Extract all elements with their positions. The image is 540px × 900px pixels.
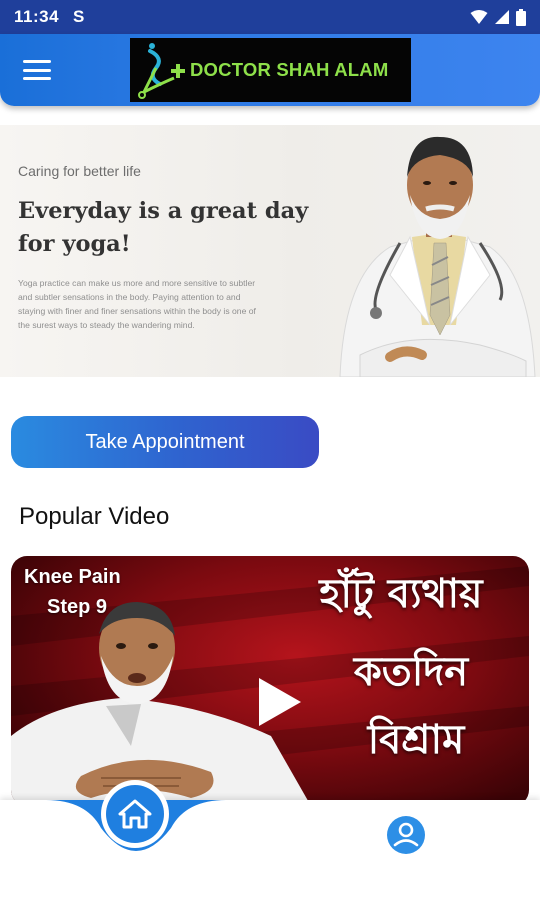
doctor-photo bbox=[339, 136, 536, 377]
signal-icon bbox=[495, 10, 509, 24]
wifi-icon bbox=[470, 10, 488, 24]
banner-description: Yoga practice can make us more and more … bbox=[18, 278, 256, 330]
profile-icon[interactable] bbox=[385, 814, 427, 856]
status-icons bbox=[470, 8, 526, 26]
hero-banner: Caring for better life Everyday is a gre… bbox=[0, 125, 540, 377]
banner-title: Everyday is a great day for yoga! bbox=[18, 198, 309, 257]
status-bar: 11:34 S bbox=[0, 0, 540, 34]
app-logo: DOCTOR SHAH ALAM bbox=[130, 38, 411, 102]
app-bar: DOCTOR SHAH ALAM bbox=[0, 34, 540, 106]
app-screen: 11:34 S DOCTOR SHAH ALAM Caring for bett bbox=[0, 0, 540, 900]
status-time: 11:34 bbox=[14, 7, 60, 26]
popular-video-title: Popular Video bbox=[19, 503, 170, 530]
caduceus-logo-icon bbox=[138, 43, 185, 99]
play-icon[interactable] bbox=[255, 676, 305, 728]
take-appointment-button[interactable]: Take Appointment bbox=[11, 416, 319, 468]
battery-icon bbox=[516, 8, 526, 26]
video-bengali-line2: কতদিন bbox=[353, 649, 469, 695]
hamburger-menu-icon[interactable] bbox=[20, 56, 54, 84]
video-label-line1: Knee Pain bbox=[24, 566, 121, 588]
banner-tagline: Caring for better life bbox=[18, 163, 141, 179]
video-bengali-line3: বিশ্রাম bbox=[367, 717, 465, 763]
home-button-circle bbox=[106, 785, 164, 843]
logo-text: DOCTOR SHAH ALAM bbox=[190, 59, 389, 80]
video-label-line2: Step 9 bbox=[47, 596, 108, 618]
home-icon bbox=[118, 799, 152, 829]
popular-video-thumbnail[interactable]: Knee Pain Step 9 হাঁটু ব্যথায় কতদিন বিশ… bbox=[11, 556, 529, 806]
nav-home-button[interactable] bbox=[101, 780, 169, 848]
app-indicator-icon: S bbox=[73, 7, 85, 26]
video-bengali-line1: হাঁটু ব্যথায় bbox=[319, 571, 483, 617]
